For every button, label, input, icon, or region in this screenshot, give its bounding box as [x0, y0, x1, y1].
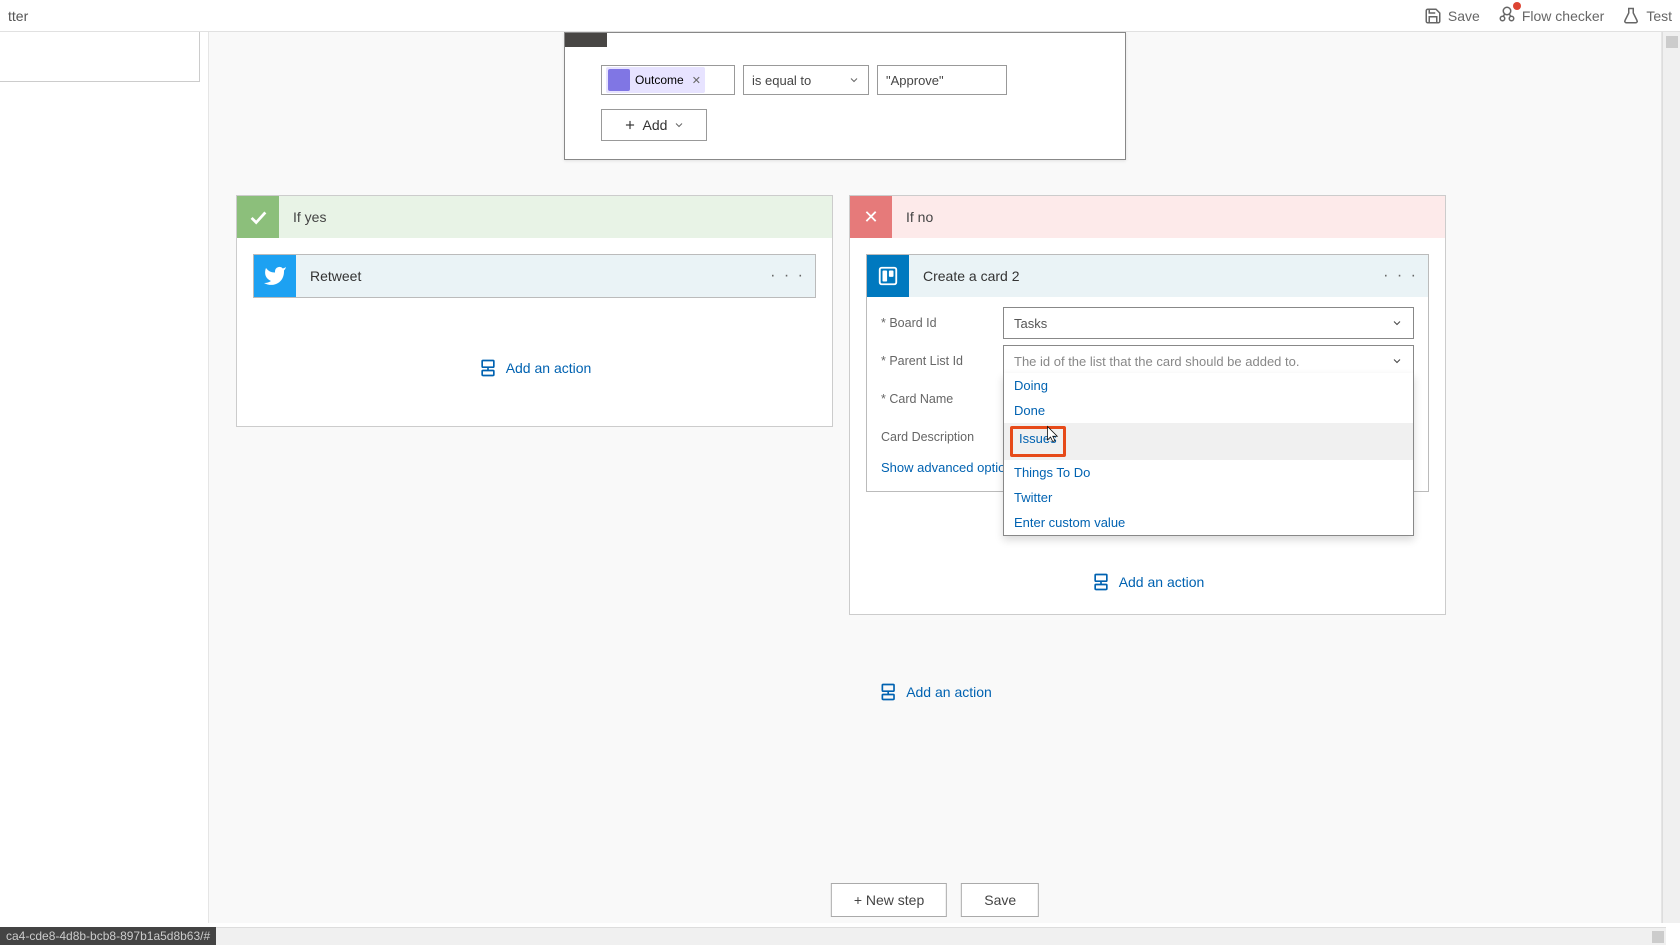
add-action-center[interactable]: Add an action	[878, 682, 992, 702]
twitter-icon	[254, 255, 296, 297]
save-button-bottom[interactable]: Save	[961, 883, 1039, 917]
show-advanced-label: Show advanced options	[881, 460, 1019, 475]
retweet-action-card[interactable]: Retweet · · ·	[253, 254, 816, 298]
condition-left-operand[interactable]: Outcome ✕	[601, 65, 735, 95]
card-description-label: Card Description	[881, 430, 1003, 444]
plus-icon	[623, 118, 637, 132]
trello-icon	[867, 255, 909, 297]
add-action-center-label: Add an action	[906, 684, 992, 700]
outcome-token-icon	[608, 69, 630, 91]
outcome-token-remove[interactable]: ✕	[692, 74, 701, 87]
chevron-down-icon	[673, 119, 685, 131]
save-label: Save	[1448, 8, 1480, 24]
flow-checker-icon	[1498, 5, 1516, 23]
new-step-button[interactable]: + New step	[831, 883, 947, 917]
create-card-menu-button[interactable]: · · ·	[1383, 267, 1418, 285]
test-button[interactable]: Test	[1622, 7, 1672, 25]
condition-value-input[interactable]: "Approve"	[877, 65, 1007, 95]
dropdown-enter-custom-value[interactable]: Enter custom value	[1004, 510, 1413, 535]
retweet-menu-button[interactable]: · · ·	[770, 267, 805, 285]
condition-card[interactable]: Outcome ✕ is equal to "Approve" Add	[564, 32, 1126, 160]
dropdown-option-doing[interactable]: Doing	[1004, 373, 1413, 398]
condition-add-button[interactable]: Add	[601, 109, 707, 141]
parent-list-id-label: * Parent List Id	[881, 354, 1003, 368]
left-panel-stub	[0, 32, 200, 82]
outcome-token-label: Outcome	[635, 73, 684, 87]
branch-no-label: If no	[906, 209, 933, 225]
chevron-down-icon	[1391, 355, 1403, 367]
vertical-scrollbar[interactable]	[1662, 32, 1680, 923]
create-card-title: Create a card 2	[923, 268, 1020, 284]
retweet-title: Retweet	[310, 268, 361, 284]
condition-operator-value: is equal to	[752, 73, 811, 88]
close-icon: ✕	[850, 196, 892, 238]
parent-list-dropdown[interactable]: DoingDoneIssuesThings To DoTwitterEnter …	[1003, 373, 1414, 536]
chevron-down-icon	[848, 74, 860, 86]
save-button-top[interactable]: Save	[1424, 7, 1480, 25]
dropdown-option-things-to-do[interactable]: Things To Do	[1004, 460, 1413, 485]
board-id-label: * Board Id	[881, 316, 1003, 330]
dropdown-option-done[interactable]: Done	[1004, 398, 1413, 423]
board-id-select[interactable]: Tasks	[1003, 307, 1414, 339]
condition-operator-select[interactable]: is equal to	[743, 65, 869, 95]
add-action-icon	[1091, 572, 1111, 592]
add-action-yes-label: Add an action	[506, 360, 592, 376]
flow-checker-button[interactable]: Flow checker	[1498, 5, 1604, 26]
add-action-yes[interactable]: Add an action	[253, 358, 816, 378]
test-icon	[1622, 7, 1640, 25]
parent-list-id-placeholder: The id of the list that the card should …	[1014, 354, 1391, 369]
dropdown-option-twitter[interactable]: Twitter	[1004, 485, 1413, 510]
horizontal-scrollbar[interactable]	[0, 927, 1666, 945]
flow-canvas: Outcome ✕ is equal to "Approve" Add	[208, 32, 1662, 923]
dropdown-option-issues[interactable]: Issues	[1004, 423, 1413, 460]
card-name-label: * Card Name	[881, 392, 1003, 406]
create-card-action[interactable]: Create a card 2 · · · * Board Id Tasks *…	[866, 254, 1429, 492]
add-action-no[interactable]: Add an action	[866, 572, 1429, 592]
condition-add-label: Add	[643, 117, 668, 133]
board-id-value: Tasks	[1014, 316, 1047, 331]
condition-value-text: "Approve"	[886, 73, 944, 88]
status-url: ca4-cde8-4d8b-bcb8-897b1a5d8b63/#	[0, 927, 216, 945]
save-icon	[1424, 7, 1442, 25]
condition-header-icon-stub	[565, 33, 607, 47]
test-label: Test	[1646, 8, 1672, 24]
branch-yes-label: If yes	[293, 209, 326, 225]
page-title-fragment: tter	[8, 8, 28, 24]
add-action-icon	[878, 682, 898, 702]
flow-checker-label: Flow checker	[1522, 8, 1604, 24]
branch-if-yes: If yes Retweet · · · Add an action	[236, 195, 833, 427]
add-action-icon	[478, 358, 498, 378]
chevron-down-icon	[1391, 317, 1403, 329]
checkmark-icon	[237, 196, 279, 238]
branch-if-no: ✕ If no Create a card 2 · · · * Board Id…	[849, 195, 1446, 615]
add-action-no-label: Add an action	[1119, 574, 1205, 590]
